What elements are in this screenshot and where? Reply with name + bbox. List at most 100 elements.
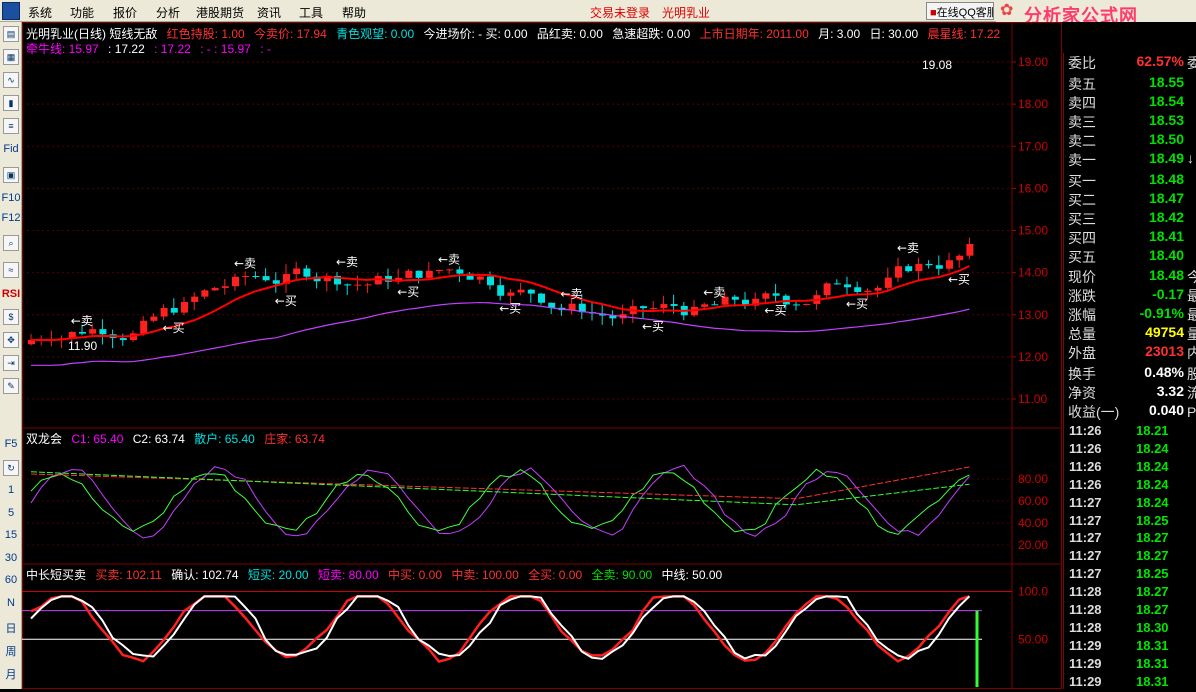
price-axis-label: 15.00 — [1018, 224, 1048, 238]
candle-body — [772, 293, 780, 296]
export-icon[interactable]: ⇥ — [3, 355, 19, 371]
toolbar-rsi[interactable]: RSI — [0, 288, 22, 300]
period-1min[interactable]: 1 — [0, 484, 22, 496]
qq-support-button[interactable]: ■在线QQ客服 — [926, 2, 994, 20]
candle-icon[interactable]: ▮ — [3, 95, 19, 111]
ind2-all-buy: 全买: 0.00 — [528, 568, 583, 582]
candle-body — [191, 296, 199, 302]
ask-row: 卖五 18.55 — [1068, 74, 1184, 92]
tick-row: 11:27 18.24 — [1069, 494, 1169, 510]
candle-body — [140, 320, 148, 334]
ind2-axis-label: 50.00 — [1018, 632, 1048, 646]
toolbar-f12[interactable]: F12 — [0, 212, 22, 224]
ind2-short-buy: 短买: 20.00 — [247, 568, 309, 582]
ask-row: 卖一 18.49 ↓ — [1068, 150, 1194, 168]
period-day[interactable]: 日 — [0, 620, 22, 636]
sell-signal: ←卖 — [560, 287, 582, 301]
ind2-mid-buy: 中买: 0.00 — [388, 568, 443, 582]
period-30min[interactable]: 30 — [0, 552, 22, 564]
line-chart-icon[interactable]: ∿ — [3, 72, 19, 88]
pencil-icon[interactable]: ✎ — [3, 378, 19, 394]
toolbar-fid[interactable]: Fid — [0, 143, 22, 155]
ind1-banker: 庄家: 63.74 — [264, 432, 325, 446]
price-axis-label: 17.00 — [1018, 139, 1048, 153]
tick-row: 11:26 18.24 — [1069, 440, 1169, 456]
candle-body — [874, 287, 882, 291]
candle-body — [405, 270, 413, 278]
period-5min[interactable]: 5 — [0, 507, 22, 519]
menu-tools[interactable]: 工具 — [299, 4, 323, 21]
period-15min[interactable]: 15 — [0, 529, 22, 541]
ask-row: 卖三 18.53 — [1068, 112, 1184, 130]
candle-body — [895, 266, 902, 278]
sell-signal: ←卖 — [336, 255, 358, 269]
candle-body — [925, 263, 933, 266]
menu-function[interactable]: 功能 — [70, 4, 94, 21]
stat-row: 总量49754量比 — [1068, 324, 1196, 342]
price-axis-label: 19.00 — [1018, 55, 1048, 69]
buy-signal: ←买 — [163, 321, 185, 335]
tick-row: 11:29 18.31 — [1069, 655, 1169, 671]
bid-row: 买二 18.47 — [1068, 190, 1184, 208]
flower-logo-icon: ✿ — [1000, 2, 1014, 19]
sell-signal: ←卖 — [71, 314, 93, 328]
chart-area[interactable]: 19.00 18.00 17.00 16.00 15.00 14.00 13.00 12.00… — [22, 22, 1062, 689]
enter-price: 今进场价: - 买: 0.00 — [423, 27, 528, 41]
candle-body — [79, 331, 86, 334]
star-line: 晨星线: 17.22 — [927, 27, 1001, 41]
candle-body — [568, 303, 576, 311]
menu-hk-futures[interactable]: 港股期货 — [196, 4, 244, 21]
buy-signal: ←买 — [275, 294, 297, 308]
price-axis-label: 13.00 — [1018, 308, 1048, 322]
menu-help[interactable]: 帮助 — [342, 4, 366, 21]
buy-signal: ←买 — [948, 273, 970, 287]
refresh-icon[interactable]: ↻ — [3, 460, 19, 476]
candle-body — [293, 268, 301, 275]
login-status[interactable]: 交易未登录 — [590, 4, 650, 21]
toolbar-btn-1[interactable]: ▤ — [3, 26, 19, 42]
ind2-mid-line: 中线: 50.00 — [661, 568, 723, 582]
period-60min[interactable]: 60 — [0, 574, 22, 586]
candle-body — [640, 306, 647, 309]
ind1-axis-label: 40.00 — [1018, 516, 1048, 530]
candle-body — [497, 285, 505, 296]
buy-signal: ←买 — [642, 319, 664, 333]
brand-title: 分析家公式网 — [1024, 6, 1138, 22]
menu-info[interactable]: 资讯 — [257, 4, 281, 21]
wave-icon[interactable]: ≈ — [3, 262, 19, 278]
move-icon[interactable]: ✥ — [3, 332, 19, 348]
candle-body — [670, 304, 678, 306]
menu-quote[interactable]: 报价 — [113, 4, 137, 21]
ind2-all-sell: 全卖: 90.00 — [591, 568, 653, 582]
toolbar-btn-2[interactable]: ▦ — [3, 49, 19, 65]
dollar-icon[interactable]: $ — [3, 309, 19, 325]
tick-row: 11:26 18.21 — [1069, 423, 1169, 438]
magnifier-icon[interactable]: ⌕ — [3, 235, 19, 251]
candle-body — [905, 266, 913, 272]
toolbar-btn-5[interactable]: ▣ — [3, 167, 19, 183]
list-icon[interactable]: ≡ — [3, 118, 19, 134]
candle-body — [711, 304, 719, 306]
period-n[interactable]: N — [0, 597, 22, 609]
candle-body — [436, 270, 443, 272]
period-month[interactable]: 月 — [0, 666, 22, 682]
app-logo-icon — [2, 2, 20, 20]
candle-body — [456, 269, 464, 274]
menu-system[interactable]: 系统 — [28, 4, 52, 21]
toolbar-f5[interactable]: F5 — [0, 438, 22, 450]
candle-body — [803, 303, 811, 305]
sell-signal: ←卖 — [897, 241, 919, 255]
chart-canvas[interactable]: 19.00 18.00 17.00 16.00 15.00 14.00 13.00 12.00… — [22, 22, 1062, 689]
ind2-title: 中长短买卖 — [26, 568, 87, 582]
ind1-axis-label: 60.00 — [1018, 494, 1048, 508]
menu-analysis[interactable]: 分析 — [156, 4, 180, 21]
sell-signal: ←卖 — [234, 256, 256, 270]
candle-body — [823, 283, 831, 296]
toolbar-f10[interactable]: F10 — [0, 192, 22, 204]
ind2-confirm: 确认: 102.74 — [171, 568, 239, 582]
stat2-row: 收益(一)0.040PE(动 — [1068, 402, 1196, 420]
period-week[interactable]: 周 — [0, 643, 22, 659]
candle-body — [119, 338, 127, 341]
crash-down: 急速超跌: 0.00 — [612, 27, 691, 41]
qq-icon: ■ — [930, 7, 937, 19]
